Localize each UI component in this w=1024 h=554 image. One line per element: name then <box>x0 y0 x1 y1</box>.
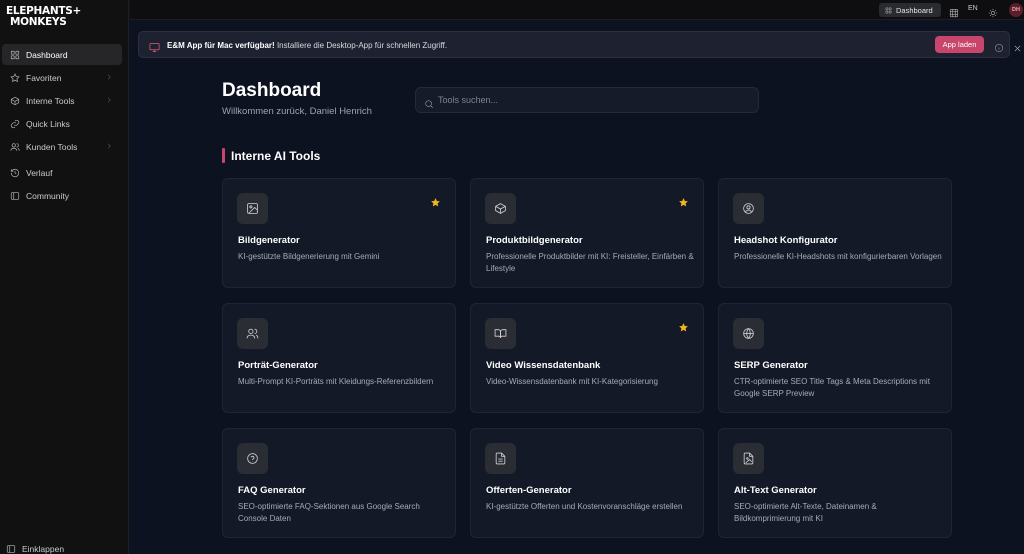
sidebar-item-label: Kunden Tools <box>26 141 78 152</box>
tool-card-video-wissensdatenbank[interactable]: Video Wissensdatenbank Video-Wissensdate… <box>470 303 704 413</box>
box-icon <box>10 96 20 106</box>
section-title: Interne AI Tools <box>231 148 321 163</box>
tool-card-alt-text-generator[interactable]: Alt-Text Generator SEO-optimierte Alt-Te… <box>718 428 952 538</box>
tool-card-portraet-generator[interactable]: Porträt-Generator Multi-Prompt KI-Porträ… <box>222 303 456 413</box>
section-header: Interne AI Tools <box>222 148 320 163</box>
globe-icon <box>733 318 764 349</box>
star-icon <box>10 72 20 83</box>
welcome-subtitle: Willkommen zurück, Daniel Henrich <box>222 106 372 117</box>
sidebar-item-label: Community <box>26 190 69 201</box>
banner-message: Installiere die Desktop-App für schnelle… <box>276 41 448 50</box>
app-download-button[interactable]: App laden <box>935 36 984 53</box>
sidebar-item-label: Verlauf <box>26 167 53 178</box>
panel-left-icon <box>6 544 16 554</box>
history-icon <box>10 168 20 178</box>
card-title: Alt-Text Generator <box>734 485 817 496</box>
app-root: ELEPHANTS+ MONKEYS Dashboard Favoriten I… <box>0 0 1024 554</box>
close-icon[interactable] <box>1013 40 1023 52</box>
sidebar-item-label: Dashboard <box>26 49 68 60</box>
banner-title: E&M App für Mac verfügbar! <box>167 41 275 50</box>
card-description: Professionelle KI-Headshots mit konfigur… <box>734 252 942 261</box>
info-icon[interactable] <box>994 40 1004 53</box>
link-icon <box>10 119 20 129</box>
logo-line-1: ELEPHANTS+ <box>6 5 81 17</box>
monitor-icon <box>149 40 160 52</box>
image-icon <box>237 193 268 224</box>
card-title: FAQ Generator <box>238 485 306 496</box>
collapse-label: Einklappen <box>22 544 65 554</box>
card-description: Professionelle Produktbilder mit KI: Fre… <box>486 252 694 273</box>
tool-card-faq-generator[interactable]: FAQ Generator SEO-optimierte FAQ-Sektion… <box>222 428 456 538</box>
user-circle-icon <box>733 193 764 224</box>
desktop-app-banner: E&M App für Mac verfügbar! Installiere d… <box>138 31 1021 58</box>
favorite-star-icon[interactable] <box>678 195 689 207</box>
sidebar-item-interne-tools[interactable]: Interne Tools <box>2 90 122 111</box>
card-description: Video-Wissensdatenbank mit KI-Kategorisi… <box>486 377 658 386</box>
card-title: Produktbildgenerator <box>486 235 583 246</box>
chevron-right-icon[interactable] <box>105 96 113 104</box>
sidebar-item-kunden-tools[interactable]: Kunden Tools <box>2 136 122 157</box>
card-description: KI-gestützte Offerten und Kostenvoransch… <box>486 502 683 511</box>
page-title: Dashboard <box>222 80 322 101</box>
topbar-dashboard-button[interactable]: Dashboard <box>879 3 941 17</box>
topbar-dashboard-label: Dashboard <box>896 5 933 15</box>
tool-card-produktbildgenerator[interactable]: Produktbildgenerator Professionelle Prod… <box>470 178 704 288</box>
tool-card-offerten-generator[interactable]: Offerten-Generator KI-gestützte Offerten… <box>470 428 704 538</box>
sidebar-item-quick-links[interactable]: Quick Links <box>2 113 122 134</box>
dashboard-icon <box>885 7 892 13</box>
search-icon <box>424 96 434 108</box>
logo-line-2: MONKEYS <box>10 16 67 28</box>
card-description: CTR-optimierte SEO Title Tags & Meta Des… <box>734 377 930 398</box>
sidebar: ELEPHANTS+ MONKEYS Dashboard Favoriten I… <box>0 0 129 554</box>
favorite-star-icon[interactable] <box>430 195 441 207</box>
sidebar-nav: Dashboard Favoriten Interne Tools Quick … <box>2 44 122 208</box>
users-icon <box>237 318 268 349</box>
section-accent-bar <box>222 148 225 163</box>
sun-icon[interactable] <box>988 5 998 18</box>
dashboard-icon <box>10 50 20 60</box>
community-icon <box>10 191 20 201</box>
language-toggle[interactable]: EN <box>968 5 978 12</box>
card-title: Porträt-Generator <box>238 360 318 371</box>
tool-card-serp-generator[interactable]: SERP Generator CTR-optimierte SEO Title … <box>718 303 952 413</box>
sidebar-item-label: Quick Links <box>26 118 70 129</box>
card-title: Offerten-Generator <box>486 485 572 496</box>
user-avatar[interactable]: DH <box>1009 3 1023 17</box>
tool-card-bildgenerator[interactable]: Bildgenerator KI-gestützte Bildgenerieru… <box>222 178 456 288</box>
grid-icon[interactable] <box>949 5 959 18</box>
chevron-right-icon[interactable] <box>105 142 113 150</box>
card-description: SEO-optimierte FAQ-Sektionen aus Google … <box>238 502 420 523</box>
brand-logo[interactable]: ELEPHANTS+ MONKEYS <box>6 6 86 36</box>
topbar: Dashboard EN DH <box>130 0 1024 20</box>
users-icon <box>10 142 20 152</box>
tool-card-headshot-konfigurator[interactable]: Headshot Konfigurator Professionelle KI-… <box>718 178 952 288</box>
card-title: Bildgenerator <box>238 235 300 246</box>
file-text-icon <box>485 443 516 474</box>
sidebar-item-favoriten[interactable]: Favoriten <box>2 67 122 88</box>
sidebar-item-label: Interne Tools <box>26 95 75 106</box>
card-description: SEO-optimierte Alt-Texte, Dateinamen & B… <box>734 502 877 523</box>
card-title: Video Wissensdatenbank <box>486 360 601 371</box>
package-icon <box>485 193 516 224</box>
sidebar-item-dashboard[interactable]: Dashboard <box>2 44 122 65</box>
chevron-right-icon[interactable] <box>105 73 113 81</box>
favorite-star-icon[interactable] <box>678 320 689 332</box>
card-description: KI-gestützte Bildgenerierung mit Gemini <box>238 252 380 261</box>
help-circle-icon <box>237 443 268 474</box>
sidebar-item-community[interactable]: Community <box>2 185 122 206</box>
book-open-icon <box>485 318 516 349</box>
sidebar-item-verlauf[interactable]: Verlauf <box>2 162 122 183</box>
search-input[interactable] <box>438 91 748 109</box>
card-title: Headshot Konfigurator <box>734 235 838 246</box>
tool-search <box>415 87 759 113</box>
card-title: SERP Generator <box>734 360 808 371</box>
banner-text: E&M App für Mac verfügbar! Installiere d… <box>167 41 447 50</box>
sidebar-collapse-button[interactable]: Einklappen <box>6 544 64 554</box>
sidebar-item-label: Favoriten <box>26 72 62 83</box>
file-image-icon <box>733 443 764 474</box>
card-description: Multi-Prompt KI-Porträts mit Kleidungs-R… <box>238 377 434 386</box>
